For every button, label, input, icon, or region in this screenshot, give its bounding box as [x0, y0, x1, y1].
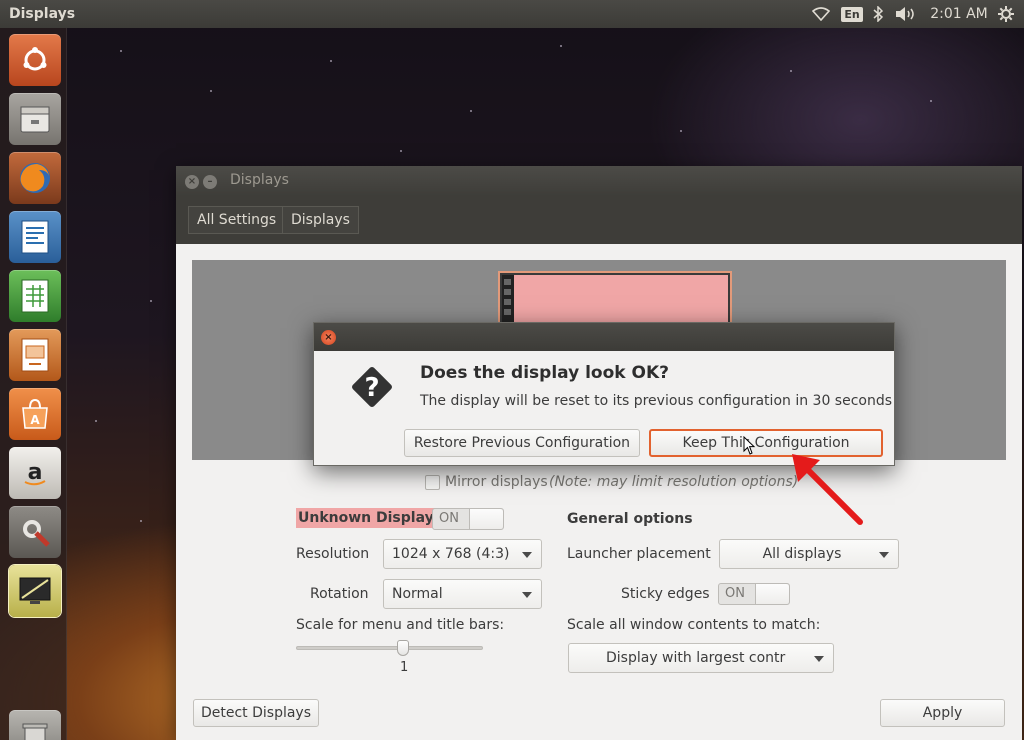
ubuntu-dash-icon[interactable] — [9, 34, 61, 86]
confirm-display-dialog: × ? Does the display look OK? The displa… — [313, 322, 895, 466]
question-icon: ? — [352, 367, 392, 407]
keyboard-layout-indicator[interactable]: En — [840, 0, 864, 28]
resolution-label: Resolution — [296, 546, 370, 562]
svg-text:a: a — [28, 460, 43, 485]
files-icon[interactable] — [9, 93, 61, 145]
scale-menu-label: Scale for menu and title bars: — [296, 617, 505, 633]
dialog-titlebar[interactable]: × — [314, 323, 894, 351]
window-minimize-button[interactable]: – — [203, 175, 217, 189]
svg-text:A: A — [30, 413, 40, 427]
display-power-switch[interactable]: ON — [432, 508, 504, 530]
dialog-title: Does the display look OK? — [420, 363, 669, 383]
top-panel: Displays En 2:01 AM — [0, 0, 1024, 28]
rotation-combo[interactable]: Normal — [383, 579, 542, 609]
mouse-cursor-icon — [743, 436, 756, 455]
wallpaper-star — [680, 130, 682, 132]
restore-previous-configuration-button[interactable]: Restore Previous Configuration — [404, 429, 640, 457]
sticky-edges-state: ON — [725, 586, 745, 601]
display-power-state: ON — [439, 511, 459, 526]
display-name-label: Unknown Display — [296, 508, 436, 528]
breadcrumb-all-settings[interactable]: All Settings — [188, 206, 286, 234]
wallpaper-star — [400, 150, 402, 152]
breadcrumb-displays[interactable]: Displays — [282, 206, 359, 234]
wallpaper-star — [930, 100, 932, 102]
wallpaper-star — [560, 45, 562, 47]
switch-knob — [755, 584, 789, 604]
volume-icon[interactable] — [892, 0, 920, 28]
dialog-close-button[interactable]: × — [321, 330, 336, 345]
bluetooth-icon[interactable] — [868, 0, 888, 28]
resolution-combo[interactable]: 1024 x 768 (4:3) — [383, 539, 542, 569]
wallpaper-star — [470, 110, 472, 112]
libreoffice-calc-icon[interactable] — [9, 270, 61, 322]
chevron-down-icon — [522, 592, 532, 598]
dialog-message: The display will be reset to its previou… — [420, 393, 893, 409]
svg-text:?: ? — [364, 373, 379, 403]
launcher-placement-label: Launcher placement — [567, 546, 711, 562]
displays-icon[interactable] — [9, 565, 61, 617]
window-close-button[interactable]: × — [185, 175, 199, 189]
wallpaper-star — [790, 70, 792, 72]
scale-all-value: Display with largest contr — [606, 650, 786, 666]
rotation-label: Rotation — [310, 586, 369, 602]
wallpaper-star — [210, 90, 212, 92]
sticky-edges-label: Sticky edges — [621, 586, 710, 602]
sticky-edges-switch[interactable]: ON — [718, 583, 790, 605]
rotation-value: Normal — [392, 586, 443, 602]
chevron-down-icon — [522, 552, 532, 558]
scale-value: 1 — [400, 660, 409, 675]
scale-all-label: Scale all window contents to match: — [567, 617, 821, 633]
wifi-icon[interactable] — [808, 0, 834, 28]
wallpaper-star — [95, 420, 97, 422]
breadcrumb: All Settings Displays — [176, 196, 1022, 244]
power-gear-icon[interactable] — [994, 0, 1018, 28]
window-titlebar[interactable]: × – Displays — [176, 166, 1022, 196]
mirror-displays-note: (Note: may limit resolution options) — [549, 474, 799, 490]
clock[interactable]: 2:01 AM — [926, 0, 992, 28]
keyboard-layout-label: En — [841, 6, 863, 22]
trash-icon[interactable] — [9, 710, 61, 740]
firefox-icon[interactable] — [9, 152, 61, 204]
launcher-placement-combo[interactable]: All displays — [719, 539, 899, 569]
chevron-down-icon — [814, 656, 824, 662]
ubuntu-software-icon[interactable]: A — [9, 388, 61, 440]
general-options-heading: General options — [567, 511, 693, 527]
mirror-displays-checkbox[interactable] — [425, 475, 440, 490]
switch-knob — [469, 509, 503, 529]
apply-button[interactable]: Apply — [880, 699, 1005, 727]
launcher: A a — [0, 28, 67, 740]
system-settings-icon[interactable] — [9, 506, 61, 558]
active-window-title: Displays — [9, 6, 76, 22]
amazon-icon[interactable]: a — [9, 447, 61, 499]
wallpaper-star — [140, 520, 142, 522]
launcher-placement-value: All displays — [762, 546, 842, 562]
detect-displays-button[interactable]: Detect Displays — [193, 699, 319, 727]
resolution-value: 1024 x 768 (4:3) — [392, 546, 510, 562]
libreoffice-impress-icon[interactable] — [9, 329, 61, 381]
wallpaper-star — [120, 50, 122, 52]
window-title: Displays — [230, 172, 289, 188]
chevron-down-icon — [879, 552, 889, 558]
wallpaper-star — [330, 60, 332, 62]
annotation-arrow-icon — [792, 454, 863, 525]
wallpaper-star — [150, 300, 152, 302]
scale-slider-track[interactable] — [296, 646, 483, 650]
scale-slider-handle[interactable] — [397, 640, 409, 656]
scale-all-combo[interactable]: Display with largest contr — [568, 643, 834, 673]
mirror-displays-label[interactable]: Mirror displays — [445, 474, 548, 490]
libreoffice-writer-icon[interactable] — [9, 211, 61, 263]
